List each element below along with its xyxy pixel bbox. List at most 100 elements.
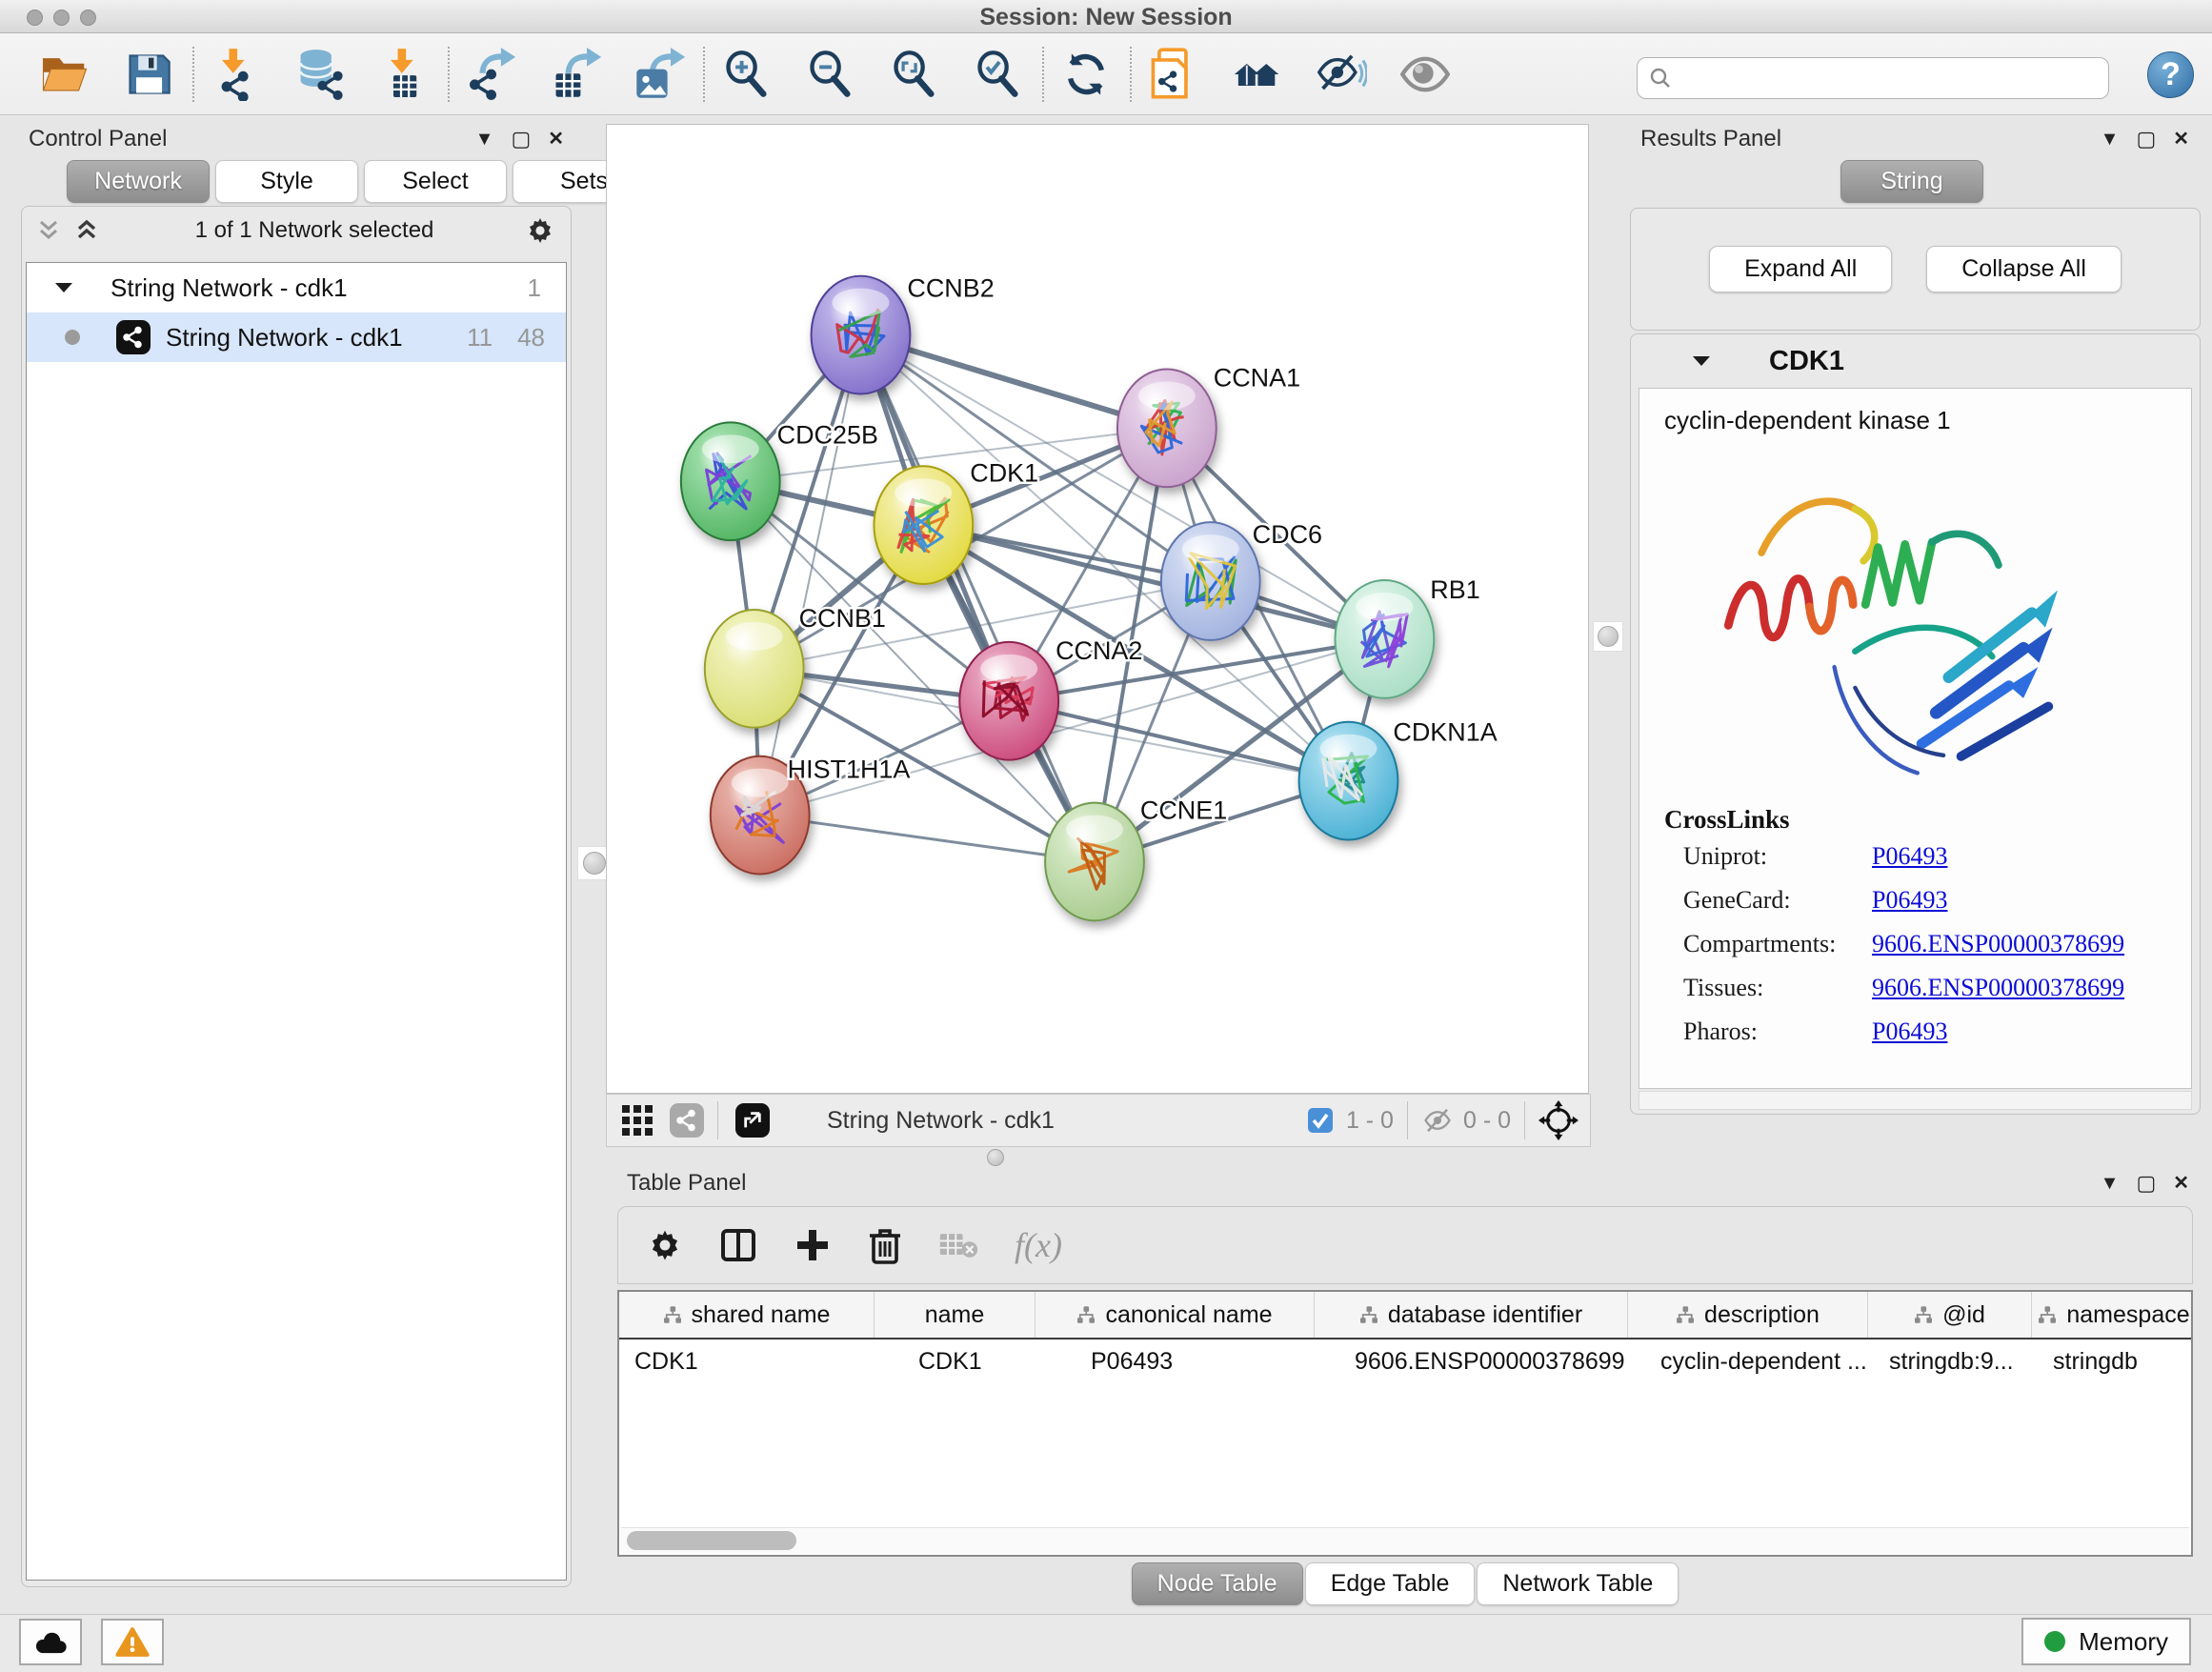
hide-graphics-details-button[interactable] xyxy=(1315,48,1368,101)
tab-network-table[interactable]: Network Table xyxy=(1477,1562,1679,1605)
memory-button[interactable]: Memory xyxy=(2021,1618,2191,1665)
node-label: CDKN1A xyxy=(1393,718,1497,747)
column-header[interactable]: description xyxy=(1628,1292,1868,1338)
node-label: CDK1 xyxy=(970,458,1038,487)
table-horizontal-scrollbar[interactable] xyxy=(621,1527,2189,1553)
column-header[interactable]: @id xyxy=(1868,1292,2032,1338)
birds-eye-view-button[interactable] xyxy=(1231,48,1284,101)
network-collection-row[interactable]: String Network - cdk1 1 xyxy=(27,263,566,312)
navigator-crosshair-icon[interactable] xyxy=(1538,1100,1579,1140)
column-header[interactable]: name xyxy=(875,1292,1036,1338)
crosslink-row: Compartments: 9606.ENSP00000378699 xyxy=(1664,922,2191,966)
node-label: CCNA2 xyxy=(1056,636,1142,665)
create-column-plus-icon[interactable] xyxy=(794,1226,832,1264)
export-network-icon xyxy=(466,48,517,101)
export-table-button[interactable] xyxy=(549,48,602,101)
network-view-icon[interactable] xyxy=(670,1103,704,1138)
network-node[interactable] xyxy=(1117,369,1217,487)
tab-style[interactable]: Style xyxy=(215,160,358,203)
export-image-button[interactable] xyxy=(633,48,686,101)
network-node[interactable] xyxy=(681,422,780,540)
selected-checkbox-icon[interactable] xyxy=(1306,1106,1335,1135)
import-table-button[interactable] xyxy=(377,48,431,101)
column-header[interactable]: canonical name xyxy=(1036,1292,1315,1338)
network-row[interactable]: String Network - cdk1 11 48 xyxy=(27,312,566,362)
column-header[interactable]: database identifier xyxy=(1315,1292,1628,1338)
memory-indicator-dot xyxy=(2044,1631,2065,1652)
close-panel-icon[interactable]: ✕ xyxy=(548,130,564,149)
panel-menu-icon[interactable]: ▼ xyxy=(2101,1174,2120,1193)
crosslink-link[interactable]: P06493 xyxy=(1872,1017,1947,1046)
crosslink-link[interactable]: P06493 xyxy=(1872,886,1947,915)
close-panel-icon[interactable]: ✕ xyxy=(2173,1174,2189,1193)
delete-column-trash-icon[interactable] xyxy=(868,1226,902,1264)
tab-select[interactable]: Select xyxy=(364,160,507,203)
network-node[interactable] xyxy=(812,276,911,394)
show-columns-icon[interactable] xyxy=(719,1226,757,1264)
search-field[interactable] xyxy=(1637,57,2109,99)
network-node[interactable] xyxy=(1299,722,1398,840)
panel-menu-icon[interactable]: ▼ xyxy=(475,130,494,149)
float-panel-icon[interactable]: ▢ xyxy=(511,129,531,150)
crosslink-link[interactable]: P06493 xyxy=(1872,842,1947,871)
tab-network[interactable]: Network xyxy=(67,160,210,203)
float-panel-icon[interactable]: ▢ xyxy=(2136,1173,2156,1194)
import-network-button[interactable] xyxy=(210,48,263,101)
horizontal-splitter-handle[interactable] xyxy=(987,1149,1004,1166)
zoom-out-button[interactable] xyxy=(804,48,857,101)
apply-layout-button[interactable] xyxy=(1059,48,1113,101)
help-button[interactable]: ? xyxy=(2147,51,2194,98)
scrollbar-thumb[interactable] xyxy=(627,1531,796,1550)
expand-all-icon[interactable] xyxy=(75,218,104,243)
crosslink-link[interactable]: 9606.ENSP00000378699 xyxy=(1872,930,2124,958)
zoom-fit-button[interactable] xyxy=(888,48,941,101)
crosslink-row: Tissues: 9606.ENSP00000378699 xyxy=(1664,966,2191,1010)
export-network-button[interactable] xyxy=(465,48,518,101)
cloud-status-button[interactable] xyxy=(19,1619,82,1665)
expand-all-button[interactable]: Expand All xyxy=(1709,246,1892,292)
search-icon xyxy=(1649,67,1672,90)
network-node[interactable] xyxy=(1045,803,1144,921)
save-session-button[interactable] xyxy=(122,48,175,101)
tab-node-table[interactable]: Node Table xyxy=(1132,1562,1303,1605)
zoom-out-icon xyxy=(806,50,855,99)
tab-string[interactable]: String xyxy=(1840,160,1983,203)
network-node[interactable] xyxy=(959,642,1058,760)
clone-network-button[interactable] xyxy=(1147,48,1200,101)
open-session-button[interactable] xyxy=(38,48,91,101)
crosslink-row: GeneCard: P06493 xyxy=(1664,878,2191,922)
results-scrollbar[interactable] xyxy=(1639,1091,2192,1110)
network-node[interactable] xyxy=(874,466,973,584)
network-view-canvas[interactable]: CCNB2CCNA1CDC25BCDK1CDC6RB1CCNB1CCNA2CDK… xyxy=(606,124,1589,1094)
network-node[interactable] xyxy=(1336,580,1435,698)
protein-structure-image xyxy=(1697,449,2097,792)
memory-label: Memory xyxy=(2079,1627,2168,1657)
gear-icon[interactable] xyxy=(525,215,555,246)
float-panel-icon[interactable]: ▢ xyxy=(2136,129,2156,150)
grid-view-icon[interactable] xyxy=(620,1103,654,1138)
column-header[interactable]: namespace xyxy=(2032,1292,2196,1338)
tab-edge-table[interactable]: Edge Table xyxy=(1305,1562,1476,1605)
search-input[interactable] xyxy=(1672,64,2085,92)
section-expander-icon[interactable] xyxy=(1691,353,1712,370)
show-graphics-details-button[interactable] xyxy=(1398,48,1452,101)
collapse-all-button[interactable]: Collapse All xyxy=(1926,246,2122,292)
close-panel-icon[interactable]: ✕ xyxy=(2173,130,2189,149)
network-graph[interactable]: CCNB2CCNA1CDC25BCDK1CDC6RB1CCNB1CCNA2CDK… xyxy=(607,125,1588,1093)
crosslink-link[interactable]: 9606.ENSP00000378699 xyxy=(1872,974,2124,1002)
network-node[interactable] xyxy=(705,610,804,728)
collection-expander-icon[interactable] xyxy=(53,279,74,296)
column-header[interactable]: shared name xyxy=(619,1292,875,1338)
collapse-all-icon[interactable] xyxy=(37,218,66,243)
detach-view-icon[interactable] xyxy=(735,1103,770,1138)
import-network-from-database-button[interactable] xyxy=(293,48,347,101)
network-node[interactable] xyxy=(1161,522,1260,640)
table-row[interactable]: CDK1 CDK1 P06493 9606.ENSP00000378699 cy… xyxy=(619,1340,2191,1383)
table-options-gear-icon[interactable] xyxy=(647,1227,683,1263)
zoom-in-button[interactable] xyxy=(720,48,774,101)
zoom-selected-button[interactable] xyxy=(972,48,1025,101)
warnings-button[interactable] xyxy=(101,1619,164,1665)
node-label: CCNE1 xyxy=(1140,796,1227,825)
toolbar-separator xyxy=(448,47,450,102)
panel-menu-icon[interactable]: ▼ xyxy=(2101,130,2120,149)
